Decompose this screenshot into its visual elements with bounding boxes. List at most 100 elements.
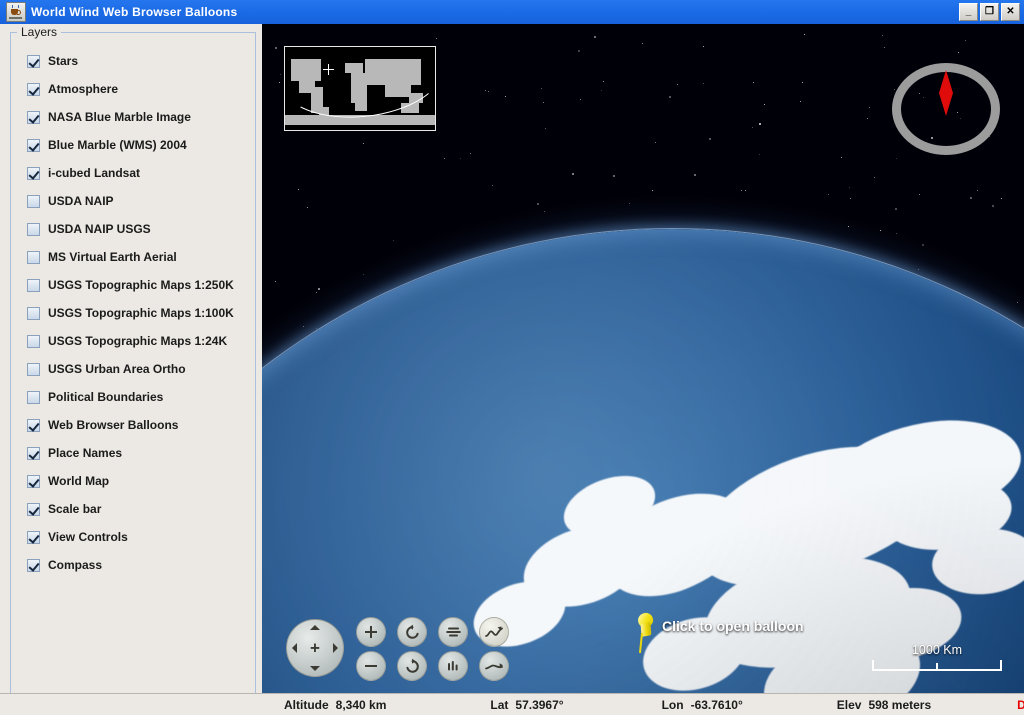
star <box>895 208 898 211</box>
restore-button[interactable]: ❐ <box>980 3 999 21</box>
layer-row[interactable]: Web Browser Balloons <box>17 411 249 439</box>
layer-row[interactable]: NASA Blue Marble Image <box>17 103 249 131</box>
status-network-activity-value: Downloading <box>1017 697 1024 712</box>
star <box>274 280 276 282</box>
layer-row[interactable]: USGS Topographic Maps 1:24K <box>17 327 249 355</box>
layer-label: USDA NAIP <box>48 194 114 208</box>
status-elevation: Elev 598 meters <box>837 698 931 712</box>
star <box>869 107 871 109</box>
layer-checkbox[interactable] <box>27 446 40 460</box>
layer-row[interactable]: USDA NAIP <box>17 187 249 215</box>
layer-checkbox[interactable] <box>27 362 40 376</box>
layer-row[interactable]: i-cubed Landsat <box>17 159 249 187</box>
layer-checkbox[interactable] <box>27 306 40 320</box>
star <box>392 239 394 241</box>
world-wind-application-window: World Wind Web Browser Balloons _ ❐ ✕ La… <box>0 0 1024 715</box>
layer-checkbox[interactable] <box>27 418 40 432</box>
star <box>764 104 766 106</box>
star <box>363 274 365 276</box>
world-map-view-footprint <box>285 47 435 126</box>
star <box>873 176 875 178</box>
vertical-exaggeration-down-button[interactable] <box>479 651 509 681</box>
layer-row[interactable]: USDA NAIP USGS <box>17 215 249 243</box>
layer-checkbox[interactable] <box>27 278 40 292</box>
star <box>484 89 486 91</box>
layer-checkbox[interactable] <box>27 334 40 348</box>
status-latitude-key: Lat <box>490 697 509 712</box>
balloon-placemark-label[interactable]: Click to open balloon <box>662 618 804 634</box>
compass-control[interactable] <box>892 63 1000 155</box>
yellow-pushpin-icon[interactable] <box>634 611 658 655</box>
star <box>758 154 760 156</box>
layer-row[interactable]: World Map <box>17 467 249 495</box>
layer-row[interactable]: USGS Topographic Maps 1:100K <box>17 299 249 327</box>
star <box>572 172 575 175</box>
star <box>580 99 582 101</box>
layer-label: Place Names <box>48 446 123 460</box>
layer-checkbox[interactable] <box>27 222 40 236</box>
layer-checkbox[interactable] <box>27 558 40 572</box>
layer-label: Blue Marble (WMS) 2004 <box>48 138 187 152</box>
vertical-exaggeration-up-button[interactable] <box>479 617 509 647</box>
minimize-button[interactable]: _ <box>959 3 978 21</box>
layer-row[interactable]: USGS Topographic Maps 1:250K <box>17 271 249 299</box>
layer-checkbox[interactable] <box>27 82 40 96</box>
layer-checkbox[interactable] <box>27 54 40 68</box>
star <box>316 291 318 293</box>
layer-row[interactable]: Political Boundaries <box>17 383 249 411</box>
layer-row[interactable]: Compass <box>17 551 249 579</box>
layer-label: Political Boundaries <box>48 390 164 404</box>
star <box>804 33 805 35</box>
layer-checkbox[interactable] <box>27 530 40 544</box>
star <box>879 230 881 232</box>
layer-checkbox[interactable] <box>27 502 40 516</box>
status-longitude-value: -63.7610° <box>690 697 743 712</box>
pan-center-icon: + <box>310 638 320 658</box>
zoom-in-button[interactable] <box>356 617 386 647</box>
layer-label: Stars <box>48 54 79 68</box>
balloon-placemark[interactable]: Click to open balloon <box>634 611 804 655</box>
star <box>577 50 580 53</box>
rotate-cw-button[interactable] <box>397 651 427 681</box>
star <box>827 194 829 196</box>
status-latitude: Lat 57.3967° <box>490 698 563 712</box>
status-longitude-key: Lon <box>661 697 684 712</box>
tilt-down-button[interactable] <box>438 651 468 681</box>
layer-checkbox[interactable] <box>27 194 40 208</box>
pan-disc-icon[interactable]: + <box>286 619 344 677</box>
status-latitude-value: 57.3967° <box>515 697 564 712</box>
layer-row[interactable]: Place Names <box>17 439 249 467</box>
layer-row[interactable]: View Controls <box>17 523 249 551</box>
tilt-up-button[interactable] <box>438 617 468 647</box>
layer-row[interactable]: Atmosphere <box>17 75 249 103</box>
zoom-out-button[interactable] <box>356 651 386 681</box>
layer-row[interactable]: Scale bar <box>17 495 249 523</box>
world-map-inset[interactable] <box>284 46 436 131</box>
layer-row[interactable]: USGS Urban Area Ortho <box>17 355 249 383</box>
layer-checkbox[interactable] <box>27 110 40 124</box>
pan-right-arrow-icon[interactable] <box>333 643 338 653</box>
layer-row[interactable]: Blue Marble (WMS) 2004 <box>17 131 249 159</box>
star <box>628 202 630 204</box>
star <box>884 47 886 49</box>
layer-checkbox[interactable] <box>27 138 40 152</box>
globe-viewport[interactable]: + Click to open balloon 1000 Km <box>262 24 1024 693</box>
layer-checkbox[interactable] <box>27 390 40 404</box>
status-longitude: Lon -63.7610° <box>662 698 743 712</box>
layer-row[interactable]: MS Virtual Earth Aerial <box>17 243 249 271</box>
star <box>694 173 697 176</box>
star <box>279 74 281 76</box>
star <box>543 210 545 212</box>
layer-checkbox[interactable] <box>27 474 40 488</box>
star <box>279 82 280 84</box>
rotate-ccw-button[interactable] <box>397 617 427 647</box>
layer-row[interactable]: Stars <box>17 47 249 75</box>
pan-left-arrow-icon[interactable] <box>292 643 297 653</box>
star <box>542 102 544 104</box>
layer-checkbox[interactable] <box>27 166 40 180</box>
pan-down-arrow-icon[interactable] <box>310 666 320 671</box>
pan-up-arrow-icon[interactable] <box>310 625 320 630</box>
status-altitude-value: 8,340 km <box>335 697 387 712</box>
close-button[interactable]: ✕ <box>1001 3 1020 21</box>
layer-checkbox[interactable] <box>27 250 40 264</box>
